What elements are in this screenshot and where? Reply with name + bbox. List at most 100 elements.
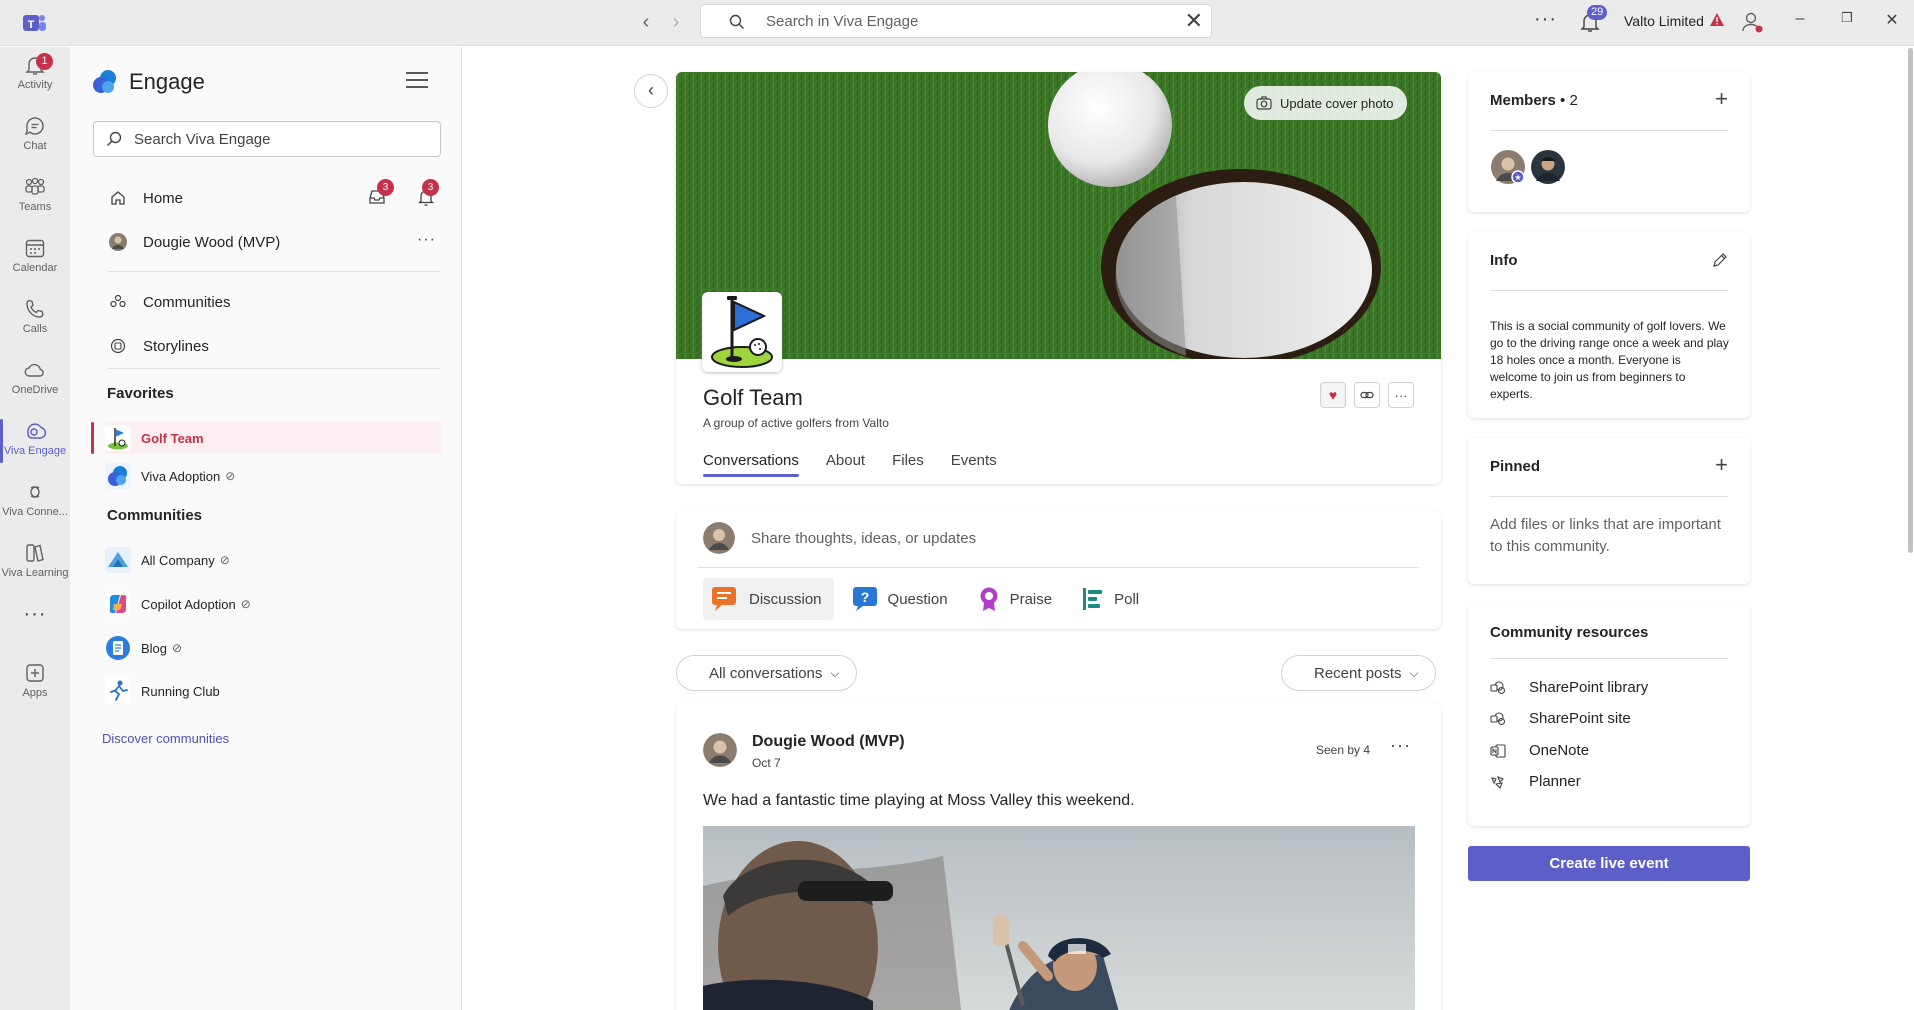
community-more-button[interactable]: ···: [1388, 382, 1414, 408]
camera-icon: [1256, 96, 1272, 110]
sort-label: Recent posts: [1314, 664, 1402, 682]
community-all-company[interactable]: All Company ⊘: [105, 544, 441, 576]
restore-icon[interactable]: ❐: [1835, 10, 1859, 26]
rail-item-activity[interactable]: 1 Activity: [0, 47, 70, 107]
resource-sharepoint-site[interactable]: SharePoint site: [1490, 710, 1631, 727]
resource-label: SharePoint library: [1529, 679, 1649, 696]
add-member-icon[interactable]: +: [1715, 86, 1728, 112]
poll-button[interactable]: Poll: [1074, 578, 1151, 620]
rail-label: Calls: [22, 323, 48, 335]
praise-label: Praise: [1009, 590, 1053, 608]
member-avatar[interactable]: ★: [1490, 149, 1526, 185]
community-label: Copilot Adoption: [141, 596, 236, 612]
golf-team-thumbnail: [105, 425, 131, 451]
conversations-filter-dropdown[interactable]: All conversations ⌵: [676, 655, 857, 691]
rail-more-apps[interactable]: ···: [0, 603, 70, 633]
nav-storylines[interactable]: Storylines: [107, 331, 209, 361]
discussion-button[interactable]: Discussion: [703, 578, 834, 620]
teams-icon: [25, 177, 45, 195]
nav-profile[interactable]: Dougie Wood (MVP): [107, 227, 280, 257]
create-live-event-button[interactable]: Create live event: [1468, 846, 1750, 881]
resource-label: Planner: [1529, 773, 1581, 790]
title-bar: T ‹ › Search in Viva Engage ✕ ··· 29 Val…: [0, 0, 1914, 46]
favorite-button[interactable]: ♥: [1320, 382, 1346, 408]
discover-communities-link[interactable]: Discover communities: [102, 731, 229, 746]
resources-header: Community resources: [1490, 624, 1649, 641]
profile-more-icon[interactable]: ···: [417, 231, 436, 249]
engage-notifications-badge: 3: [422, 179, 439, 196]
notifications-button[interactable]: 29: [1578, 5, 1608, 34]
tab-conversations[interactable]: Conversations: [703, 452, 799, 477]
global-search-input[interactable]: Search in Viva Engage ✕: [700, 4, 1212, 38]
members-header-label: Members: [1490, 92, 1556, 109]
chevron-down-icon: ⌵: [1409, 665, 1419, 680]
minimize-icon[interactable]: –: [1788, 10, 1812, 28]
tab-events[interactable]: Events: [951, 452, 997, 477]
back-arrow-icon[interactable]: ‹: [633, 10, 659, 36]
praise-button[interactable]: Praise: [970, 578, 1065, 620]
divider: [1490, 496, 1728, 497]
composer-input[interactable]: Share thoughts, ideas, or updates: [751, 530, 976, 547]
rail-item-viva-engage[interactable]: Viva Engage: [0, 413, 70, 473]
resource-onenote[interactable]: OneNote: [1490, 742, 1589, 759]
question-icon: ?: [852, 587, 877, 611]
question-button[interactable]: ? Question: [844, 578, 960, 620]
svg-text:★: ★: [1514, 173, 1521, 182]
inbox-button[interactable]: 3: [367, 179, 394, 210]
resource-planner[interactable]: Planner: [1490, 773, 1581, 790]
author-avatar[interactable]: [703, 733, 737, 767]
rail-item-chat[interactable]: Chat: [0, 108, 70, 168]
post-date[interactable]: Oct 7: [752, 756, 781, 770]
chevron-left-icon: ‹: [648, 80, 654, 100]
community-copilot-adoption[interactable]: Copilot Adoption ⊘: [105, 588, 441, 620]
tab-files[interactable]: Files: [892, 452, 924, 477]
post-more-icon[interactable]: ···: [1390, 735, 1411, 756]
hamburger-menu-icon[interactable]: [405, 69, 429, 91]
post-image[interactable]: [703, 826, 1415, 1010]
discussion-label: Discussion: [749, 590, 822, 608]
org-name[interactable]: Valto Limited: [1624, 13, 1704, 29]
user-avatar-icon[interactable]: [1740, 10, 1764, 34]
rail-item-viva-learning[interactable]: Viva Learning: [0, 535, 70, 595]
composer-avatar: [703, 522, 735, 554]
verified-icon: ⊘: [240, 597, 251, 611]
engage-search-input[interactable]: Search Viva Engage: [93, 121, 441, 157]
favorite-viva-adoption[interactable]: Viva Adoption ⊘: [105, 460, 441, 492]
home-icon: [107, 190, 129, 206]
community-blog[interactable]: Blog ⊘: [105, 632, 441, 664]
tab-about[interactable]: About: [826, 452, 865, 477]
sort-dropdown[interactable]: Recent posts ⌵: [1281, 655, 1436, 691]
resource-sharepoint-library[interactable]: SharePoint library: [1490, 679, 1648, 696]
more-options-icon[interactable]: ···: [1534, 8, 1557, 31]
community-running-club[interactable]: Running Club: [105, 675, 441, 707]
link-icon: [1360, 391, 1374, 399]
collapse-pane-button[interactable]: ‹: [634, 74, 668, 108]
warning-icon[interactable]: [1709, 12, 1725, 28]
rail-item-viva-connections[interactable]: Viva Conne...: [0, 474, 70, 534]
close-window-icon[interactable]: ✕: [1880, 10, 1904, 30]
rail-item-apps[interactable]: Apps: [0, 655, 70, 715]
community-actions: ♥ ···: [1320, 382, 1414, 408]
page-scrollbar[interactable]: [1908, 48, 1913, 553]
favorite-golf-team[interactable]: Golf Team: [105, 422, 441, 454]
edit-icon[interactable]: [1712, 252, 1728, 268]
nav-home[interactable]: Home: [107, 183, 183, 213]
clear-search-icon[interactable]: ✕: [1185, 10, 1203, 32]
copy-link-button[interactable]: [1354, 382, 1380, 408]
rail-item-calendar[interactable]: Calendar: [0, 230, 70, 290]
update-cover-photo-button[interactable]: Update cover photo: [1244, 86, 1408, 120]
rail-item-teams[interactable]: Teams: [0, 169, 70, 229]
rail-item-onedrive[interactable]: OneDrive: [0, 352, 70, 412]
rail-item-calls[interactable]: Calls: [0, 291, 70, 351]
post-seen-count[interactable]: Seen by 4: [1316, 743, 1370, 757]
nav-communities[interactable]: Communities: [107, 287, 231, 317]
add-pin-icon[interactable]: +: [1715, 452, 1728, 478]
engage-notifications-button[interactable]: 3: [416, 179, 439, 210]
community-logo[interactable]: [702, 292, 782, 372]
member-avatar[interactable]: [1530, 149, 1566, 185]
profile-avatar: [107, 232, 129, 252]
svg-text:T: T: [28, 19, 35, 31]
teams-logo-icon[interactable]: T: [20, 9, 48, 37]
post-author[interactable]: Dougie Wood (MVP): [752, 733, 905, 751]
forward-arrow-icon[interactable]: ›: [663, 10, 689, 36]
